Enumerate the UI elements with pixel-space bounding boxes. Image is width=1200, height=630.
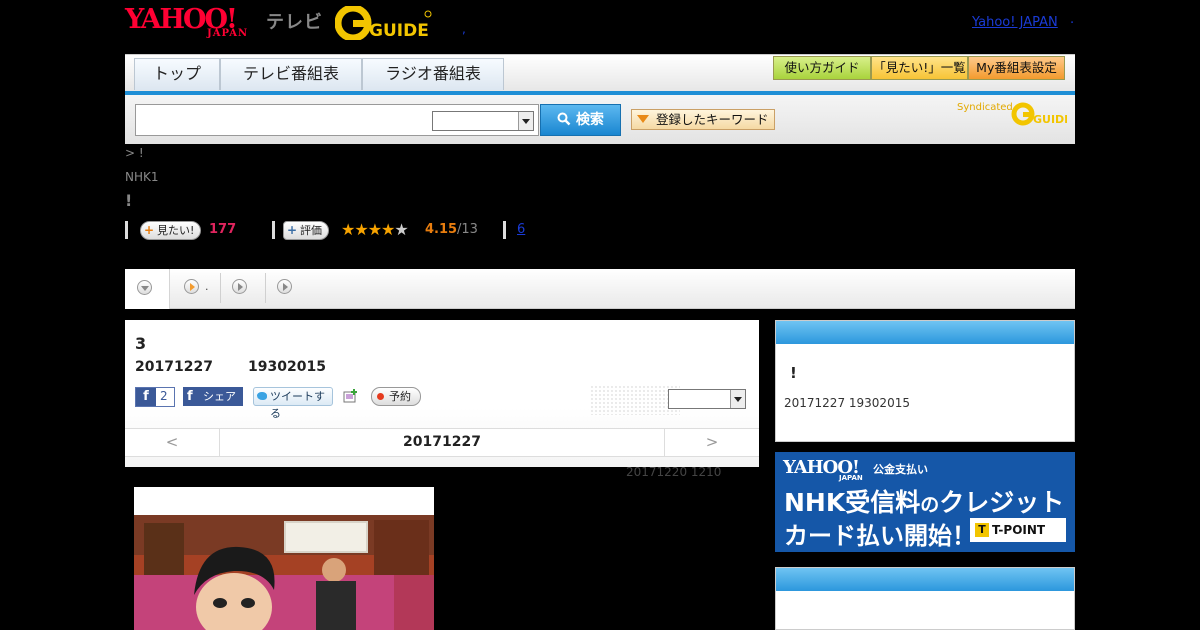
facebook-like-button[interactable]: f 2 — [135, 387, 175, 407]
plus-icon: + — [144, 223, 155, 237]
tpoint-badge: T T-POINT — [970, 518, 1066, 542]
rating-stars: ★★★★★ — [341, 220, 409, 239]
subtab-4[interactable] — [266, 269, 310, 308]
search-button[interactable]: 検索 — [540, 104, 621, 136]
sidebar-program-title: ! — [790, 364, 797, 382]
star-full-icons: ★★★★ — [341, 220, 395, 239]
rating-value: 4.15 — [425, 222, 458, 237]
record-dot-icon — [377, 393, 384, 400]
add-to-calendar-icon[interactable] — [343, 388, 358, 403]
gguide-small-logo-icon: GUIDE — [1011, 102, 1072, 126]
facebook-icon: f — [136, 388, 156, 406]
ad-public-payment-label: 公金支払い — [873, 463, 928, 476]
facebook-icon: f — [187, 389, 193, 404]
mitai-list-button[interactable]: 「見たい!」一覧 — [871, 56, 968, 80]
program-title: ! — [125, 191, 133, 210]
search-button-label: 検索 — [575, 112, 604, 128]
yahoo-japan-link[interactable]: Yahoo! JAPAN — [972, 15, 1058, 30]
ad-headline-1b: の — [920, 494, 940, 516]
program-thumbnail — [134, 515, 434, 630]
date-navigation-date: 20171227 — [403, 434, 481, 450]
dotted-decoration — [590, 385, 680, 415]
subtab-2[interactable]: . — [170, 269, 220, 308]
divider-bar — [272, 221, 275, 239]
yahoo-logo-sub: JAPAN — [207, 28, 249, 39]
registered-keywords-label: 登録したキーワード — [656, 112, 769, 127]
mitai-button-label: 見たい! — [157, 224, 195, 237]
ad-headline-1c: クレジット — [939, 488, 1065, 517]
sidebar-program-time: 20171227 19302015 — [784, 396, 910, 410]
reviews-link[interactable]: 6 — [517, 222, 525, 237]
usage-guide-button[interactable]: 使い方ガイド — [773, 56, 871, 80]
search-category-select[interactable] — [432, 111, 534, 131]
circle-play-icon — [232, 279, 247, 294]
program-thumbnail-image — [134, 515, 434, 630]
ad-headline-1: NHK受信料のクレジット — [784, 483, 1064, 519]
divider-bar — [503, 221, 506, 239]
circle-play-icon — [277, 279, 292, 294]
tv-logo[interactable]: テレビ — [266, 8, 323, 34]
subtab-2-label: . — [205, 280, 209, 293]
svg-text:GUIDE: GUIDE — [1033, 113, 1067, 126]
star-empty-icon: ★ — [394, 220, 408, 239]
ad-headline-1a: NHK受信料 — [784, 488, 921, 517]
chevron-down-icon — [730, 390, 745, 408]
header-dot: . — [1070, 12, 1075, 27]
search-icon — [557, 112, 571, 126]
circle-play-icon — [184, 279, 199, 294]
subtab-1[interactable] — [125, 269, 170, 309]
sidebar-box-2-header — [776, 568, 1074, 591]
subtab-3[interactable] — [221, 269, 265, 308]
ad-headline-2: カード払い開始！ — [784, 522, 976, 550]
gguide-small-logo: GUIDE — [1011, 102, 1072, 126]
tpoint-label: T-POINT — [992, 523, 1046, 537]
mitai-button[interactable]: + 見たい! — [140, 221, 202, 240]
rate-button-label: 評価 — [300, 224, 322, 237]
previous-episode-button[interactable]: < — [125, 428, 220, 457]
registered-keywords-button[interactable]: 登録したキーワード — [631, 109, 775, 130]
tpoint-icon: T — [975, 523, 989, 537]
syndicated-label: Syndicated — [957, 102, 1013, 113]
mitai-count: 177 — [209, 222, 237, 237]
reserve-button[interactable]: 予約 — [371, 387, 421, 406]
header-separator: , — [462, 22, 466, 36]
episode-time: 19302015 — [248, 359, 326, 375]
nav-tab-tv-listings[interactable]: テレビ番組表 — [220, 58, 362, 90]
rate-button[interactable]: + 評価 — [283, 221, 329, 240]
triangle-down-icon — [637, 115, 649, 123]
facebook-like-count: 2 — [160, 389, 168, 403]
tweet-button[interactable]: ツイートする — [253, 387, 333, 420]
episode-select[interactable] — [668, 389, 746, 409]
reserve-button-label: 予約 — [389, 390, 411, 403]
divider-bar — [125, 221, 128, 239]
circle-down-icon — [137, 280, 152, 295]
chevron-down-icon — [518, 112, 533, 130]
nav-tab-radio-listings[interactable]: ラジオ番組表 — [362, 58, 504, 90]
gguide-logo[interactable]: GUIDE — [334, 4, 435, 42]
facebook-share-button[interactable]: f シェア — [183, 387, 243, 406]
ad-yahoo-logo-sub: JAPAN — [839, 474, 863, 482]
plus-icon: + — [287, 223, 298, 237]
nav-tab-top[interactable]: トップ — [134, 58, 220, 90]
sidebar-box-header — [776, 321, 1074, 344]
episode-date: 20171227 — [135, 359, 213, 375]
facebook-share-label: シェア — [203, 390, 236, 403]
next-episode-button[interactable]: > — [664, 428, 759, 457]
episode-title: 3 — [135, 334, 147, 353]
station-name: NHK1 — [125, 170, 159, 184]
svg-text:GUIDE: GUIDE — [369, 21, 429, 40]
calendar-plus-icon — [343, 389, 357, 403]
gguide-logo-icon: GUIDE — [334, 4, 432, 42]
rating-count: /13 — [457, 222, 478, 237]
update-timestamp: 20171220 1210 — [626, 465, 722, 479]
breadcrumb: > ! — [125, 146, 144, 160]
twitter-bird-icon — [257, 392, 267, 400]
my-listings-settings-button[interactable]: My番組表設定 — [968, 56, 1065, 80]
